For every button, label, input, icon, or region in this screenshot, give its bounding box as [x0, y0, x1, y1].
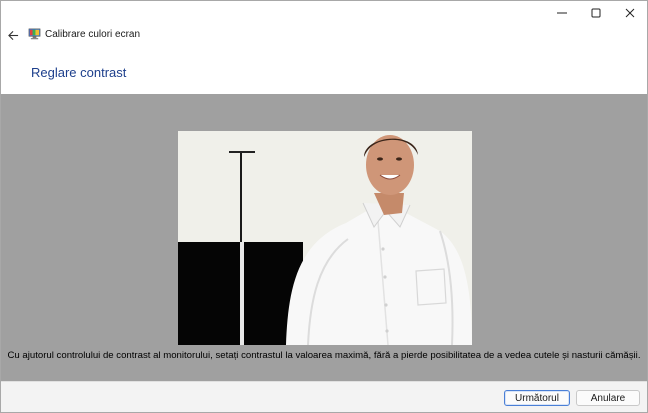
close-icon — [625, 8, 635, 18]
calibration-content-area: Cu ajutorul controlului de contrast al m… — [1, 94, 647, 381]
display-color-calibration-icon — [28, 28, 41, 40]
footer-bar: Următorul Anulare — [1, 381, 647, 412]
cancel-button[interactable]: Anulare — [576, 390, 640, 406]
minimize-icon — [557, 12, 567, 14]
maximize-button[interactable] — [579, 1, 613, 25]
calibration-window: Calibrare culori ecran Reglare contrast — [0, 0, 648, 413]
page-title: Reglare contrast — [31, 65, 127, 80]
arrow-left-icon — [7, 30, 18, 40]
maximize-icon — [591, 8, 601, 18]
minimize-button[interactable] — [545, 1, 579, 25]
next-button[interactable]: Următorul — [504, 390, 570, 406]
contrast-reference-photo — [178, 131, 472, 345]
window-title: Calibrare culori ecran — [45, 29, 141, 40]
back-button[interactable] — [4, 25, 22, 45]
close-button[interactable] — [613, 1, 647, 25]
reference-image-drawing — [178, 131, 472, 345]
instruction-text: Cu ajutorul controlului de contrast al m… — [7, 350, 641, 361]
caption-controls — [545, 1, 647, 25]
header-row: Calibrare culori ecran — [1, 23, 647, 47]
